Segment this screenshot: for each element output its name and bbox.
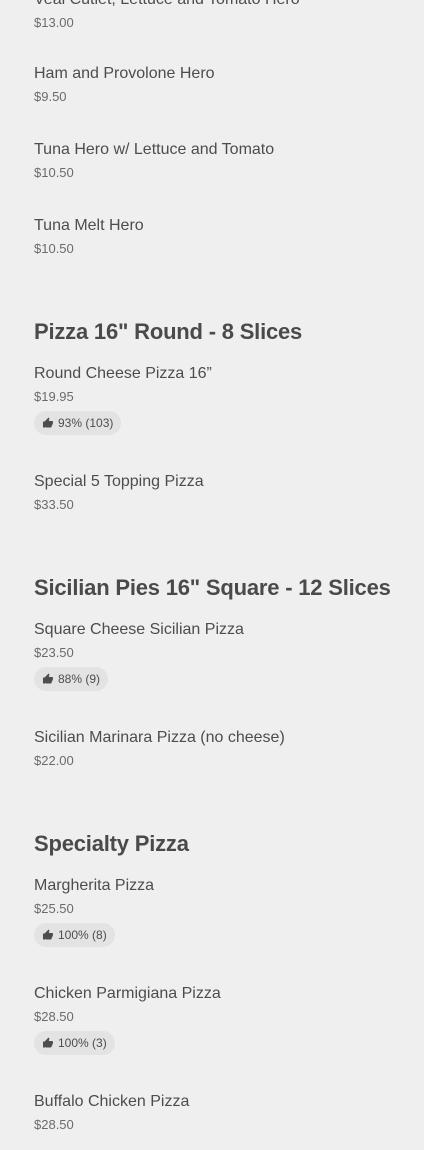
item-price: $28.50: [34, 1009, 74, 1024]
thumbs-up-icon: [43, 417, 53, 428]
item-price: $10.50: [34, 241, 74, 256]
rating-text: 100% (3): [58, 1036, 107, 1050]
item-price: $28.50: [34, 1117, 74, 1132]
rating-badge: 93% (103): [34, 411, 122, 435]
menu-item[interactable]: Sicilian Marinara Pizza (no cheese) $22.…: [34, 728, 414, 769]
menu-item[interactable]: Square Cheese Sicilian Pizza $23.50 88% …: [34, 620, 414, 691]
menu-item[interactable]: Ham and Provolone Hero $9.50: [34, 64, 414, 105]
item-price: $22.00: [34, 753, 74, 768]
menu-item[interactable]: Special 5 Topping Pizza $33.50: [34, 472, 414, 513]
section-title: Specialty Pizza: [34, 831, 189, 856]
rating-text: 88% (9): [58, 672, 101, 686]
menu-item[interactable]: Buffalo Chicken Pizza $28.50: [34, 1092, 414, 1133]
item-name: Veal Cutlet, Lettuce and Tomato Hero: [34, 0, 414, 10]
rating-badge: 88% (9): [34, 667, 109, 691]
menu-item[interactable]: Round Cheese Pizza 16” $19.95 93% (103): [34, 364, 414, 435]
item-price: $13.00: [34, 15, 74, 30]
menu-item[interactable]: Tuna Hero w/ Lettuce and Tomato $10.50: [34, 140, 414, 181]
item-name: Square Cheese Sicilian Pizza: [34, 621, 244, 638]
rating-text: 100% (8): [58, 928, 107, 942]
item-name: Special 5 Topping Pizza: [34, 473, 204, 490]
item-name: Sicilian Marinara Pizza (no cheese): [34, 729, 285, 746]
menu-page: Veal Cutlet, Lettuce and Tomato Hero $13…: [0, 0, 424, 1150]
menu-item[interactable]: Veal Cutlet, Lettuce and Tomato Hero $13…: [34, 0, 414, 31]
item-price: $23.50: [34, 645, 74, 660]
rating-badge: 100% (3): [34, 1031, 115, 1055]
menu-item[interactable]: Tuna Melt Hero $10.50: [34, 216, 414, 257]
thumbs-up-icon: [43, 929, 53, 940]
thumbs-up-icon: [43, 1037, 53, 1048]
item-price: $10.50: [34, 165, 74, 180]
item-price: $19.95: [34, 389, 74, 404]
item-price: $33.50: [34, 497, 74, 512]
item-name: Ham and Provolone Hero: [34, 65, 215, 82]
rating-text: 93% (103): [58, 416, 114, 430]
menu-item[interactable]: Chicken Parmigiana Pizza $28.50 100% (3): [34, 984, 414, 1055]
thumbs-up-icon: [43, 673, 53, 684]
menu-item[interactable]: Margherita Pizza $25.50 100% (8): [34, 876, 414, 947]
item-name: Buffalo Chicken Pizza: [34, 1093, 190, 1110]
item-name: Tuna Hero w/ Lettuce and Tomato: [34, 141, 275, 158]
item-price: $25.50: [34, 901, 74, 916]
item-name: Chicken Parmigiana Pizza: [34, 985, 221, 1002]
item-name: Round Cheese Pizza 16”: [34, 365, 212, 382]
item-name: Tuna Melt Hero: [34, 217, 144, 234]
item-name: Margherita Pizza: [34, 877, 155, 894]
section-title: Pizza 16" Round - 8 Slices: [34, 319, 303, 344]
section-title: Sicilian Pies 16" Square - 12 Slices: [34, 575, 391, 600]
rating-badge: 100% (8): [34, 923, 115, 947]
item-price: $9.50: [34, 89, 67, 104]
